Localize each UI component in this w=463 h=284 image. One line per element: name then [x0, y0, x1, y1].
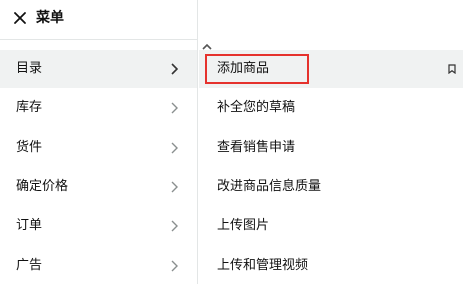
submenu-item-label: 改进商品信息质量: [217, 179, 322, 194]
chevron-right-icon: [171, 220, 178, 232]
menu-item-label: 目录: [16, 61, 43, 76]
menu-item-label: 确定价格: [16, 179, 69, 194]
menu-item-shipments[interactable]: 货件: [0, 129, 197, 167]
menu-item-pricing[interactable]: 确定价格: [0, 168, 197, 206]
menu-item-orders[interactable]: 订单: [0, 207, 197, 245]
menu-item-advertising[interactable]: 广告: [0, 247, 197, 284]
menu-item-label: 货件: [16, 140, 43, 155]
menu-item-label: 订单: [16, 218, 43, 233]
menu-item-label: 广告: [16, 258, 43, 273]
chevron-right-icon: [171, 260, 178, 272]
submenu-item-label: 查看销售申请: [217, 140, 296, 155]
submenu-item-improve-listing-quality[interactable]: 改进商品信息质量: [199, 168, 463, 206]
submenu-item-upload-manage-videos[interactable]: 上传和管理视频: [199, 247, 463, 284]
submenu-item-label: 上传和管理视频: [217, 258, 309, 273]
chevron-right-icon: [171, 63, 178, 75]
menu-item-label: 库存: [16, 100, 43, 115]
close-icon[interactable]: [13, 11, 27, 25]
menu-item-catalog[interactable]: 目录: [0, 50, 197, 88]
submenu-item-add-product[interactable]: 添加商品: [199, 50, 463, 88]
menu-item-inventory[interactable]: 库存: [0, 89, 197, 127]
menu-title: 菜单: [36, 10, 64, 26]
scroll-up-icon[interactable]: [202, 43, 212, 50]
menu-panel: 菜单 目录 库存 货件 确定价格 订单 广告: [0, 0, 197, 284]
submenu-item-label: 添加商品: [217, 61, 270, 76]
submenu-item-view-selling-applications[interactable]: 查看销售申请: [199, 129, 463, 167]
submenu-item-label: 补全您的草稿: [217, 100, 296, 115]
submenu-item-label: 上传图片: [217, 218, 270, 233]
submenu-item-complete-drafts[interactable]: 补全您的草稿: [199, 89, 463, 127]
menu-page: 菜单 目录 库存 货件 确定价格 订单 广告 添加商品 补全您的草稿 查看销售申…: [0, 0, 463, 284]
chevron-right-icon: [171, 181, 178, 193]
submenu-item-upload-images[interactable]: 上传图片: [199, 207, 463, 245]
chevron-right-icon: [171, 102, 178, 114]
menu-header: 菜单: [0, 0, 197, 40]
chevron-right-icon: [171, 142, 178, 154]
bookmark-icon[interactable]: [448, 64, 456, 74]
